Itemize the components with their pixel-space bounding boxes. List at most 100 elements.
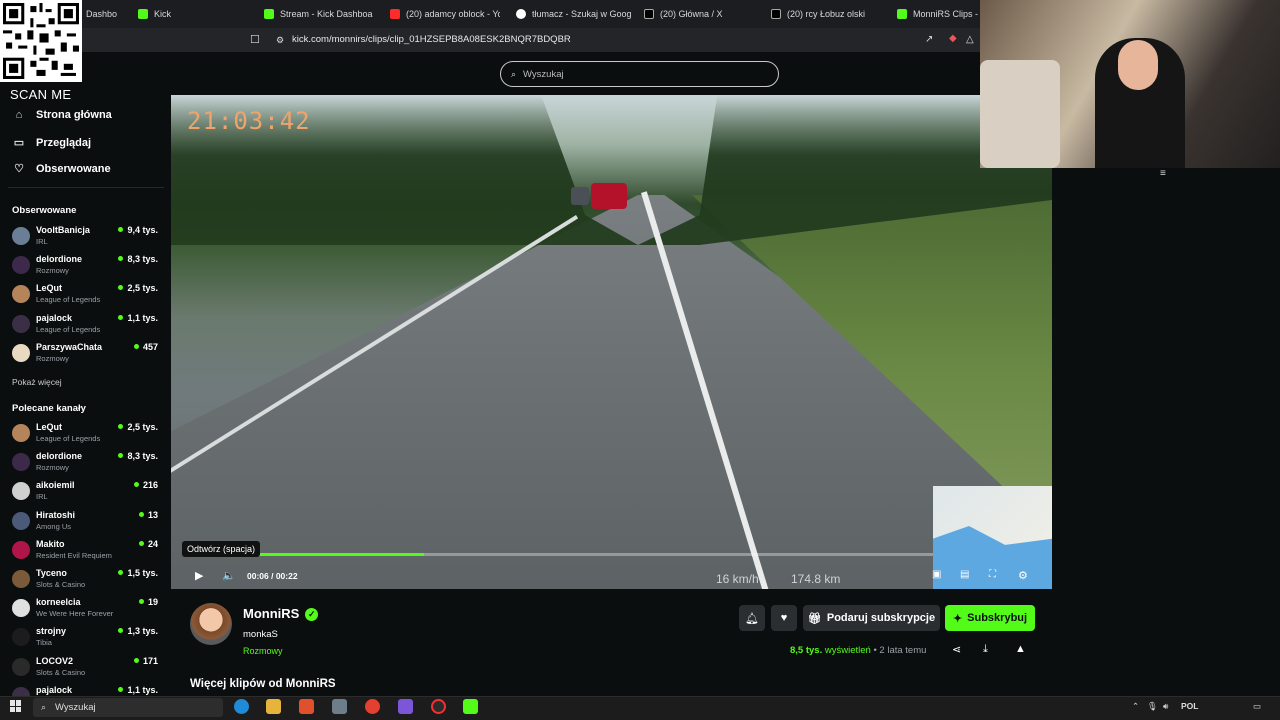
live-dot-icon: [133, 343, 139, 349]
follow-button[interactable]: ♥: [771, 605, 797, 631]
sidebar-channel-lequt[interactable]: LeQut League of Legends 2,5 tys.: [12, 422, 162, 450]
chrome-icon[interactable]: [365, 699, 380, 714]
channel-avatar: [12, 453, 30, 472]
url-field[interactable]: kick.com/monnirs/clips/clip_01HZSEPB8A08…: [292, 34, 571, 45]
channel-name: aikoiemil: [36, 480, 75, 491]
channel-avatar: [12, 256, 30, 275]
sidebar-channel-locov2[interactable]: LOCOV2 Slots & Casino 171: [12, 656, 162, 684]
fullscreen-icon[interactable]: ⛶: [989, 569, 996, 580]
sidebar-channel-delordione[interactable]: delordione Rozmowy 8,3 tys.: [12, 451, 162, 479]
live-dot-icon: [138, 540, 144, 546]
progress-bar[interactable]: [185, 553, 933, 556]
download-icon[interactable]: ⤓: [983, 643, 988, 656]
show-more-link[interactable]: Pokaż więcej: [12, 377, 62, 387]
microphone-icon[interactable]: 🎙︎: [1147, 701, 1158, 712]
nav-browse[interactable]: ▭ Przeglądaj: [12, 136, 91, 150]
sidebar-channel-lequt[interactable]: LeQut League of Legends 2,5 tys.: [12, 283, 162, 311]
channel-avatar: [12, 482, 30, 501]
recommended-section-title: Polecane kanały: [12, 403, 86, 414]
browser-tab[interactable]: (20) adamcy oblock - YouT: [390, 5, 500, 23]
dashcam-distance: 174.8 km: [791, 572, 841, 586]
speaker-icon[interactable]: 🔊︎: [1163, 701, 1168, 712]
sidebar-channel-korneelcia[interactable]: korneelcia We Were Here Forever 19: [12, 597, 162, 625]
notifications-icon[interactable]: ▭: [1253, 701, 1261, 712]
video-player[interactable]: 21:03:42 16 km/h 174.8 km Odtwórz (spacj…: [171, 95, 1052, 589]
obs-icon[interactable]: [431, 699, 446, 714]
discord-icon[interactable]: [398, 699, 413, 714]
share-icon[interactable]: ↗: [925, 34, 933, 45]
nav-following[interactable]: ♡ Obserwowane: [12, 162, 111, 176]
theater-icon[interactable]: ▤: [960, 569, 969, 580]
gift-subscription-button[interactable]: 🎁︎ Podaruj subskrypcje: [803, 605, 940, 631]
playback-time: 00:06 / 00:22: [247, 571, 298, 581]
viewer-count: 24: [138, 539, 158, 549]
windows-start-icon[interactable]: [10, 700, 22, 712]
viewer-count: 1,1 tys.: [118, 685, 158, 695]
browser-tab[interactable]: MonniRS Clips - Wa: [897, 5, 980, 23]
channel-name: Hiratoshi: [36, 509, 76, 520]
play-tooltip: Odtwórz (spacja): [182, 541, 261, 557]
viewer-count-text: 2,5 tys.: [127, 283, 158, 294]
video-frame-car: [571, 187, 589, 205]
viewer-count-text: 8,3 tys.: [127, 451, 158, 462]
browser-tab[interactable]: Stream - Kick Dashboa: [264, 5, 374, 23]
sidebar-channel-delordione[interactable]: delordione Rozmowy 8,3 tys.: [12, 254, 162, 282]
browser-tab[interactable]: (20) Główna / X: [644, 5, 754, 23]
taskbar-search[interactable]: ⌕ Wyszukaj: [33, 698, 223, 717]
webcam-chair: [980, 60, 1060, 168]
sidebar-channel-parszywachata[interactable]: ParszywaChata Rozmowy 457: [12, 342, 162, 370]
sidebar-channel-pajalock[interactable]: pajalock League of Legends 1,1 tys.: [12, 313, 162, 341]
live-dot-icon: [118, 424, 124, 429]
sidebar-channel-vooltbanicja[interactable]: VooltBanicja IRL 9,4 tys.: [12, 225, 162, 253]
extension-icon[interactable]: △: [966, 34, 974, 45]
brave-shield-icon[interactable]: ◆: [949, 33, 957, 44]
video-frame-car: [591, 183, 627, 209]
channel-category: League of Legends: [36, 295, 101, 305]
live-dot-icon: [133, 482, 139, 488]
live-dot-icon: [118, 227, 124, 232]
qr-code: [0, 0, 82, 82]
site-settings-icon[interactable]: ⚙: [276, 35, 284, 46]
youtube-icon: [390, 9, 400, 19]
report-icon[interactable]: ▲: [1015, 643, 1026, 655]
channel-name: LeQut: [36, 422, 62, 432]
sidebar-channel-makito[interactable]: Makito Resident Evil Requiem 24: [12, 539, 162, 567]
sidebar-channel-aikoiemil[interactable]: aikoiemil IRL 216: [12, 480, 162, 508]
channel-name[interactable]: MonniRS ✓: [243, 606, 319, 621]
kick-icon: [138, 9, 148, 19]
sidebar-channel-hiratoshi[interactable]: Hiratoshi Among Us 13: [12, 510, 162, 538]
tray-chevron-icon[interactable]: ⌃: [1132, 701, 1139, 712]
channel-avatar: [12, 570, 30, 588]
browser-tab[interactable]: (20) rcy Łobuz olski: [771, 5, 881, 23]
pip-icon[interactable]: ▣: [932, 569, 941, 580]
clip-category[interactable]: Rozmowy: [243, 646, 283, 656]
settings-icon[interactable]: ⚙: [1018, 569, 1028, 582]
bookmark-icon[interactable]: ☐: [250, 33, 260, 46]
browser-tab[interactable]: Kick: [138, 5, 248, 23]
language-indicator[interactable]: POL: [1181, 701, 1198, 711]
share-icon[interactable]: ⋖: [952, 643, 961, 656]
sidebar-channel-strojny[interactable]: strojny Tibia 1,3 tys.: [12, 626, 162, 654]
channel-name: delordione: [36, 451, 83, 462]
sidebar-channel-tyceno[interactable]: Tyceno Slots & Casino 1,5 tys.: [12, 568, 162, 596]
viewer-count-text: 1,5 tys.: [127, 568, 158, 578]
channel-avatar[interactable]: [190, 603, 232, 645]
channel-avatar: [12, 599, 30, 618]
channel-name-text: MonniRS: [243, 606, 300, 621]
nav-home[interactable]: ⌂ Strona główna: [12, 109, 112, 121]
notification-button[interactable]: 🔔︎: [739, 605, 765, 631]
play-icon[interactable]: ▶: [195, 569, 203, 582]
brave-icon[interactable]: [299, 699, 314, 714]
volume-icon[interactable]: 🔈: [222, 569, 236, 582]
channel-name: strojny: [36, 626, 67, 637]
edge-icon[interactable]: [234, 699, 249, 714]
kick-icon: [264, 9, 274, 19]
kick-studio-icon[interactable]: [463, 699, 478, 714]
search-input[interactable]: ⌕ Wyszukaj: [500, 61, 779, 87]
browser-tab[interactable]: tłumacz - Szukaj w Google: [516, 5, 631, 23]
subscribe-button[interactable]: ✦ Subskrybuj: [945, 605, 1035, 631]
app-icon[interactable]: [332, 699, 347, 714]
menu-icon[interactable]: ≡: [1160, 168, 1166, 179]
browser-tab[interactable]: Dashbo: [86, 5, 128, 23]
file-explorer-icon[interactable]: [266, 699, 281, 714]
